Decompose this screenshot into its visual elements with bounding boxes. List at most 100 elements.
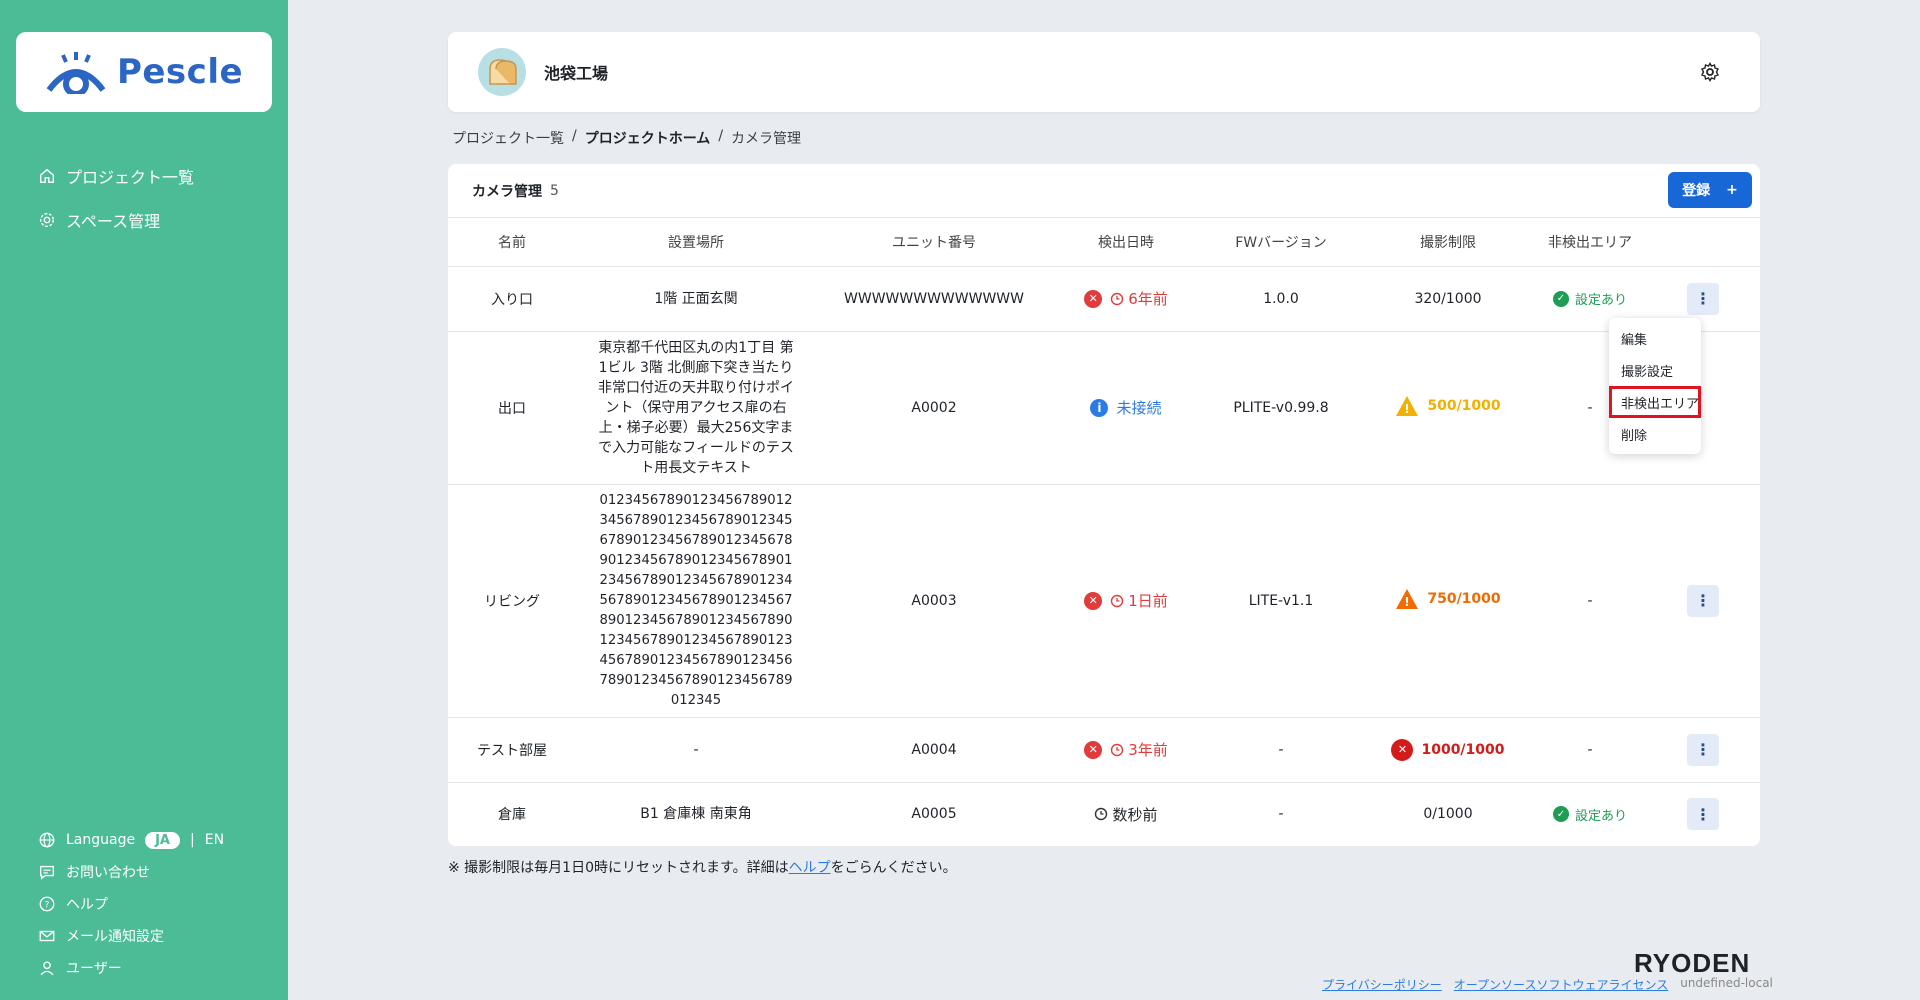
- area-status: 設定あり: [1574, 808, 1627, 824]
- user-label: ユーザー: [66, 961, 122, 977]
- pescle-logo[interactable]: Pescle: [16, 32, 272, 112]
- gear-icon: [39, 212, 55, 228]
- bread-icon: [489, 59, 517, 85]
- cell-detected-at: ✕ 3年前: [1052, 717, 1200, 783]
- table-row[interactable]: 入り口 1階 正面玄関 WWWWWWWWWWWWW ✕ 6年前 1.0.0 32…: [448, 266, 1760, 332]
- cell-location: -: [576, 717, 816, 783]
- user-link[interactable]: ユーザー: [38, 952, 224, 984]
- breadcrumb-separator: /: [572, 128, 577, 144]
- cell-fw-version: -: [1200, 717, 1362, 783]
- column-header-fw-version: FWバージョン: [1200, 218, 1362, 267]
- cell-name: 倉庫: [498, 807, 526, 824]
- cell-location: B1 倉庫棟 南東角: [640, 806, 752, 823]
- nav-item-project-list[interactable]: プロジェクト一覧: [38, 154, 194, 198]
- area-status: 設定あり: [1574, 293, 1627, 308]
- quota-value: 750/1000: [1427, 590, 1501, 607]
- privacy-policy-link[interactable]: プライバシーポリシー: [1322, 976, 1442, 993]
- row-menu-button[interactable]: ⋮: [1687, 733, 1719, 766]
- contact-label: お問い合わせ: [66, 865, 150, 881]
- oss-license-link[interactable]: オープンソースソフトウェアライセンス: [1454, 976, 1668, 993]
- language-label: Language: [66, 832, 136, 848]
- menu-item-capture-settings[interactable]: 撮影設定: [1609, 354, 1701, 386]
- cell-name: リビング: [448, 484, 576, 718]
- logo-text: Pescle: [116, 52, 244, 92]
- cell-location: 東京都千代田区丸の内1丁目 第1ビル 3階 北側廊下突き当たり非常口付近の天井取…: [576, 331, 816, 485]
- cell-exclusion-area: ✓ 設定あり: [1534, 782, 1646, 846]
- nav-item-label: プロジェクト一覧: [66, 168, 195, 187]
- mail-settings-link[interactable]: メール通知設定: [38, 920, 224, 952]
- error-icon: ✕: [1391, 738, 1414, 761]
- cell-location: 1階 正面玄関: [576, 266, 816, 332]
- check-icon: ✓: [1552, 806, 1569, 823]
- column-header-name: 名前: [448, 218, 576, 267]
- row-menu-button[interactable]: ⋮: [1687, 798, 1719, 831]
- cell-fw-version: 1.0.0: [1200, 266, 1362, 332]
- sidebar: Pescle プロジェクト一覧 スペース管理 Language JA | EN …: [0, 0, 288, 1000]
- cell-actions: ⋮: [1646, 484, 1760, 718]
- warning-icon: !: [1396, 395, 1419, 416]
- help-link[interactable]: ? ヘルプ: [38, 888, 224, 920]
- contact-link[interactable]: お問い合わせ: [38, 856, 224, 888]
- table-row[interactable]: テスト部屋 - A0004 ✕ 3年前 - ✕ 1000/1000 - ⋮: [448, 717, 1760, 783]
- mail-icon: [39, 930, 55, 942]
- svg-text:!: !: [1405, 595, 1410, 609]
- factory-name: 池袋工場: [544, 64, 609, 83]
- cell-capture-limit: 0/1000: [1423, 806, 1473, 823]
- row-menu-button[interactable]: ⋮: [1687, 584, 1719, 617]
- column-header-capture-limit: 撮影制限: [1362, 218, 1534, 267]
- lang-separator: |: [190, 832, 195, 848]
- cell-unit: A0005: [911, 806, 957, 823]
- cell-capture-limit: 320/1000: [1362, 266, 1534, 332]
- clock-icon: [1111, 594, 1124, 607]
- breadcrumb-project-home[interactable]: プロジェクトホーム: [585, 128, 711, 148]
- check-icon: ✓: [1552, 290, 1569, 307]
- column-header-location: 設置場所: [576, 218, 816, 267]
- table-row[interactable]: リビング 01234567890123456789012345678901234…: [448, 484, 1760, 718]
- error-icon: ✕: [1084, 591, 1103, 610]
- register-label: 登録: [1682, 183, 1711, 199]
- cell-actions: ⋮: [1646, 782, 1760, 846]
- nav-item-space-management[interactable]: スペース管理: [38, 198, 194, 242]
- home-icon: [39, 168, 55, 184]
- register-button[interactable]: 登録 +: [1668, 172, 1752, 208]
- cell-unit: A0004: [816, 717, 1052, 783]
- cell-exclusion-area: -: [1534, 717, 1646, 783]
- status-text: 数秒前: [1112, 805, 1158, 824]
- quota-value: 500/1000: [1427, 397, 1501, 414]
- cell-fw-version: LITE-v1.1: [1200, 484, 1362, 718]
- help-inline-link[interactable]: ヘルプ: [789, 860, 831, 876]
- table-row[interactable]: 倉庫 B1 倉庫棟 南東角 A0005 数秒前 - 0/1000 ✓ 設定あり ⋮: [448, 782, 1760, 846]
- warning-icon: !: [1396, 588, 1419, 609]
- language-switcher: Language JA | EN: [38, 824, 224, 856]
- user-icon: [40, 961, 54, 976]
- table-header-row: 名前 設置場所 ユニット番号 検出日時 FWバージョン 撮影制限 非検出エリア: [448, 218, 1760, 267]
- row-menu-button[interactable]: ⋮: [1687, 282, 1719, 315]
- breadcrumb-camera-management: カメラ管理: [731, 131, 802, 147]
- camera-count: 5: [550, 182, 559, 199]
- breadcrumb-project-list[interactable]: プロジェクト一覧: [452, 128, 564, 148]
- menu-item-exclusion-area[interactable]: 非検出エリア: [1609, 386, 1701, 418]
- clock-icon: [1111, 292, 1124, 305]
- location-text: 0123456789012345678901234567890123456789…: [599, 492, 793, 708]
- plus-icon: +: [1726, 182, 1738, 198]
- note-prefix: ※ 撮影制限は毎月1日0時にリセットされます。詳細は: [448, 860, 789, 876]
- mail-settings-label: メール通知設定: [66, 929, 164, 945]
- lang-ja-button[interactable]: JA: [145, 831, 180, 849]
- cell-fw-version: PLITE-v0.99.8: [1200, 331, 1362, 485]
- svg-text:?: ?: [45, 901, 50, 911]
- status-text: 3年前: [1128, 741, 1168, 759]
- camera-table: 名前 設置場所 ユニット番号 検出日時 FWバージョン 撮影制限 非検出エリア …: [448, 218, 1760, 846]
- column-header-unit: ユニット番号: [816, 218, 1052, 267]
- error-icon: ✕: [1084, 740, 1103, 759]
- chat-icon: [40, 865, 54, 880]
- lang-en-button[interactable]: EN: [205, 832, 224, 848]
- menu-item-delete[interactable]: 削除: [1609, 418, 1701, 450]
- menu-item-edit[interactable]: 編集: [1609, 322, 1701, 354]
- table-row[interactable]: 出口 東京都千代田区丸の内1丁目 第1ビル 3階 北側廊下突き当たり非常口付近の…: [448, 331, 1760, 485]
- status-text: 1日前: [1128, 592, 1168, 610]
- ryoden-logo: RYODEN: [1634, 948, 1751, 978]
- column-header-actions: [1646, 218, 1760, 267]
- status-text: 6年前: [1128, 290, 1168, 308]
- factory-avatar: [478, 48, 526, 96]
- settings-gear-icon[interactable]: [1700, 62, 1720, 82]
